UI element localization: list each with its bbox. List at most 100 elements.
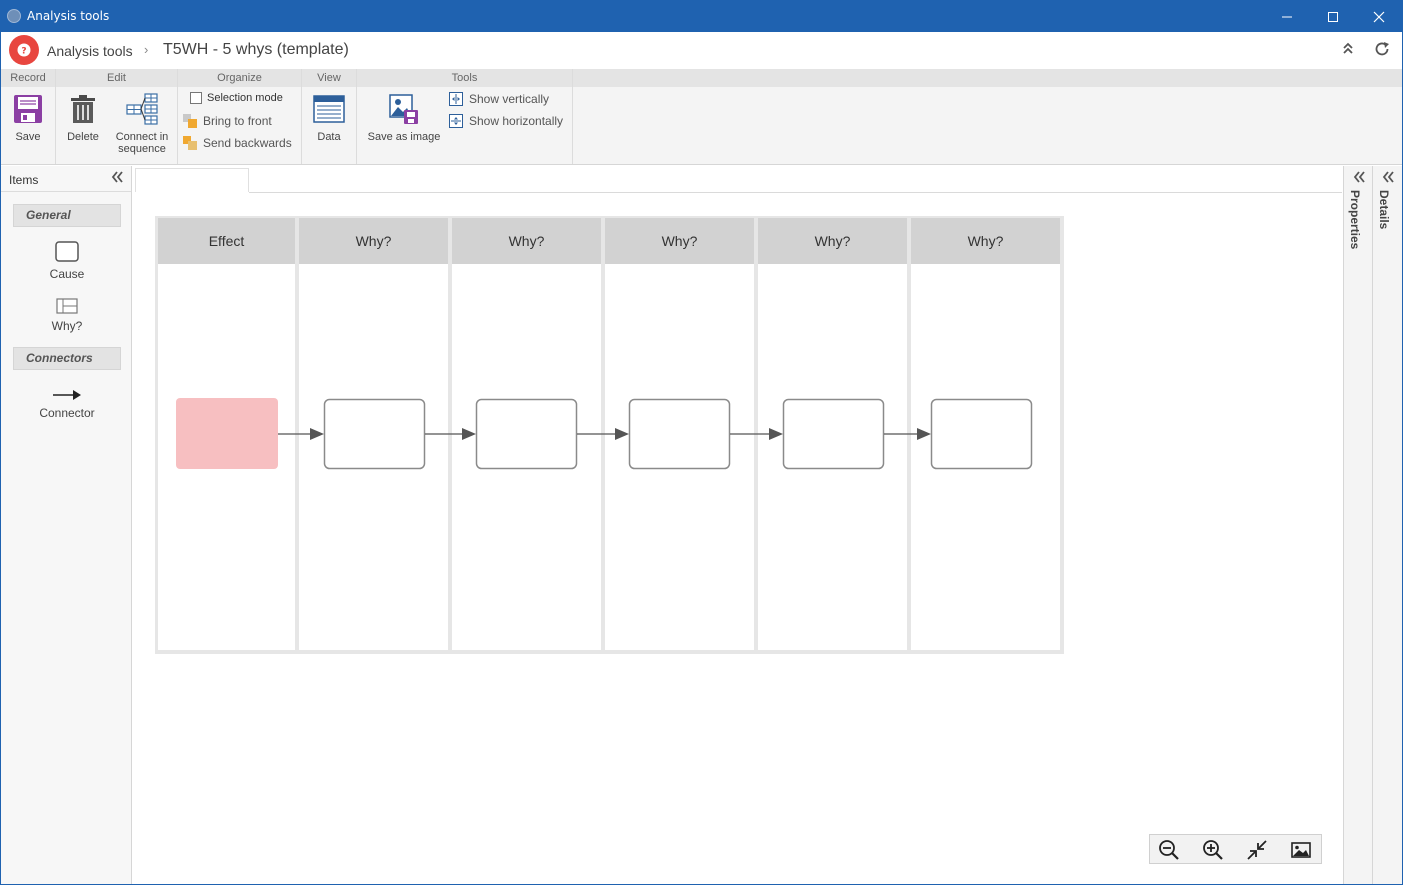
canvas-tab-line: [249, 192, 1342, 193]
group-label-tools: Tools: [357, 69, 572, 87]
page-title: T5WH - 5 whys (template): [163, 41, 349, 58]
show-horizontally-button[interactable]: Show horizontally: [449, 114, 563, 128]
bring-to-front-icon: [183, 114, 197, 128]
collapse-header-button[interactable]: [1341, 41, 1355, 60]
data-label: Data: [317, 131, 341, 143]
save-image-icon: [389, 94, 418, 124]
connector-2[interactable]: [425, 428, 476, 440]
palette-item-why[interactable]: Why?: [13, 297, 121, 333]
ribbon-group-edit: Edit Delete Connect in sequence: [56, 69, 178, 164]
items-panel-title: Items: [9, 173, 39, 187]
data-button[interactable]: Data: [311, 93, 347, 143]
show-vertically-label: Show vertically: [469, 92, 550, 106]
send-backwards-button[interactable]: Send backwards: [183, 136, 292, 150]
why-node-2[interactable]: [475, 398, 578, 470]
zoom-out-icon: [1159, 840, 1179, 860]
diagram-shapes: [176, 398, 1033, 470]
why-node-1[interactable]: [323, 398, 426, 470]
connector-5[interactable]: [884, 428, 931, 440]
double-chevron-left-icon: [1382, 171, 1394, 183]
maximize-button[interactable]: [1310, 1, 1356, 32]
selection-mode-checkbox[interactable]: [190, 92, 202, 104]
export-image-button[interactable]: [1289, 839, 1313, 861]
show-vertically-icon: [449, 92, 463, 106]
ribbon-group-organize: Organize Selection mode Bring to front S…: [178, 69, 302, 164]
ribbon-header-filler: [573, 69, 1402, 87]
save-label: Save: [15, 131, 41, 143]
fit-to-screen-button[interactable]: [1245, 839, 1269, 861]
properties-panel[interactable]: Properties: [1343, 166, 1372, 884]
connect-in-sequence-button[interactable]: Connect in sequence: [111, 93, 173, 155]
group-label-organize: Organize: [178, 69, 301, 87]
save-as-image-button[interactable]: Save as image: [362, 93, 446, 143]
connect-label-line1: Connect in: [115, 131, 169, 143]
svg-text:?: ?: [21, 47, 26, 57]
refresh-icon: [1375, 42, 1389, 56]
bring-to-front-label: Bring to front: [203, 114, 272, 128]
zoom-out-button[interactable]: [1157, 839, 1181, 861]
group-label-view: View: [302, 69, 356, 87]
save-button[interactable]: Save: [9, 93, 47, 143]
ribbon-toolbar: Record Save Edit Delete Connect in seque…: [1, 69, 1402, 165]
double-chevron-left-icon: [111, 171, 123, 183]
show-horizontally-icon: [449, 114, 463, 128]
details-expand-button[interactable]: [1381, 170, 1395, 189]
palette-item-cause[interactable]: Cause: [13, 241, 121, 281]
trash-icon: [71, 95, 95, 123]
delete-button[interactable]: Delete: [62, 93, 104, 143]
cause-shape-icon: [55, 241, 79, 262]
group-label-edit: Edit: [56, 69, 177, 87]
close-button[interactable]: [1356, 1, 1402, 32]
details-label[interactable]: Details: [1377, 190, 1391, 229]
send-backwards-label: Send backwards: [203, 136, 292, 150]
why-node-3[interactable]: [628, 398, 731, 470]
effect-node[interactable]: [176, 398, 278, 469]
items-panel-collapse-button[interactable]: [110, 170, 124, 189]
refresh-button[interactable]: [1373, 40, 1391, 63]
connector-3[interactable]: [577, 428, 629, 440]
maximize-icon: [1328, 11, 1338, 22]
connect-label-line2: sequence: [118, 143, 166, 155]
properties-expand-button[interactable]: [1352, 170, 1366, 189]
connector-1[interactable]: [278, 428, 324, 440]
breadcrumb-separator: ›: [144, 42, 149, 57]
section-connectors[interactable]: Connectors: [13, 347, 121, 370]
send-backwards-icon: [183, 136, 197, 150]
zoom-in-icon: [1203, 840, 1223, 860]
zoom-in-button[interactable]: [1201, 839, 1225, 861]
header-bar: ? Analysis tools › T5WH - 5 whys (templa…: [1, 32, 1402, 69]
palette-item-cause-label: Cause: [49, 267, 85, 281]
canvas-tab[interactable]: [135, 168, 249, 192]
ribbon-group-tools: Tools Save as image Show vertically Show…: [357, 69, 573, 164]
bring-to-front-button[interactable]: Bring to front: [183, 114, 272, 128]
image-icon: [1291, 842, 1311, 858]
ribbon-group-view: View Data: [302, 69, 357, 164]
selection-mode-toggle[interactable]: Selection mode: [190, 92, 283, 104]
minimize-icon: [1282, 16, 1292, 17]
items-panel: Items General Cause Why? Connectors Conn…: [1, 166, 132, 884]
zoom-toolbar: [1149, 834, 1322, 864]
app-icon: [7, 9, 21, 23]
connector-4[interactable]: [730, 428, 783, 440]
why-node-5[interactable]: [930, 398, 1033, 470]
show-vertically-button[interactable]: Show vertically: [449, 92, 549, 106]
details-panel[interactable]: Details: [1372, 166, 1402, 884]
close-icon: [1373, 11, 1385, 22]
five-whys-diagram: Effect Why? Why? Why? Why? Why?: [155, 216, 1064, 654]
section-general[interactable]: General: [13, 204, 121, 227]
ribbon-group-record: Record Save: [1, 69, 56, 164]
window-title: Analysis tools: [27, 9, 110, 23]
group-label-record: Record: [1, 69, 55, 87]
why-node-4[interactable]: [782, 398, 885, 470]
logo-icon: ?: [12, 36, 36, 64]
palette-item-connector[interactable]: Connector: [13, 388, 121, 420]
minimize-button[interactable]: [1264, 1, 1310, 32]
breadcrumb-root[interactable]: Analysis tools: [47, 43, 133, 59]
palette-item-why-label: Why?: [51, 319, 83, 333]
app-window: Analysis tools ? Analysis tools › T5WH -…: [0, 0, 1403, 885]
connector-arrow-icon: [53, 390, 81, 400]
title-bar: Analysis tools: [1, 1, 1402, 32]
delete-label: Delete: [67, 131, 99, 143]
save-as-image-label: Save as image: [367, 131, 441, 143]
properties-label[interactable]: Properties: [1348, 190, 1362, 249]
